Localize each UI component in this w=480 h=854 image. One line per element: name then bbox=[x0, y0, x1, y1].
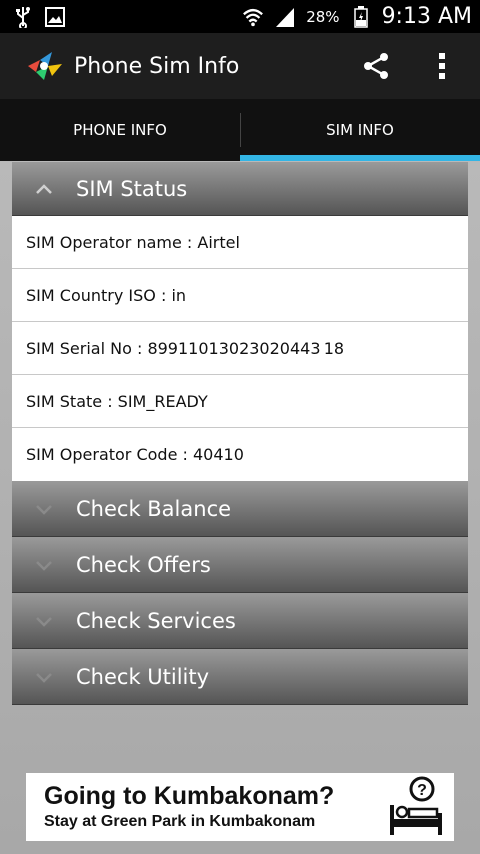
list-item[interactable]: SIM Serial No : 89911013023020443 18 bbox=[12, 322, 468, 375]
battery-percent: 28% bbox=[306, 7, 340, 26]
overflow-menu-button[interactable] bbox=[420, 44, 464, 88]
sim-state: SIM State : SIM_READY bbox=[26, 391, 208, 411]
ad-banner[interactable]: Going to Kumbakonam? Stay at Green Park … bbox=[26, 773, 454, 841]
sim-serial-no: SIM Serial No : 89911013023020443 18 bbox=[26, 338, 345, 358]
chevron-down-icon bbox=[12, 671, 76, 683]
signal-icon bbox=[274, 6, 296, 28]
group-title: Check Offers bbox=[76, 552, 211, 577]
app-logo-icon bbox=[22, 46, 68, 86]
chevron-down-icon bbox=[12, 615, 76, 627]
expandable-list: SIM Status SIM Operator name : Airtel SI… bbox=[12, 162, 468, 705]
tab-label: PHONE INFO bbox=[73, 121, 167, 139]
list-item[interactable]: SIM Operator Code : 40410 bbox=[12, 428, 468, 481]
ad-headline: Going to Kumbakonam? bbox=[44, 782, 335, 810]
group-title: SIM Status bbox=[76, 176, 188, 201]
tab-label: SIM INFO bbox=[326, 121, 394, 139]
group-title: Check Balance bbox=[76, 496, 232, 521]
group-header-check-balance[interactable]: Check Balance bbox=[12, 481, 468, 537]
sim-operator-name: SIM Operator name : Airtel bbox=[26, 232, 240, 252]
list-item[interactable]: SIM Country ISO : in bbox=[12, 269, 468, 322]
battery-icon bbox=[350, 5, 372, 28]
group-header-check-offers[interactable]: Check Offers bbox=[12, 537, 468, 593]
wifi-icon bbox=[242, 6, 264, 28]
share-button[interactable] bbox=[354, 44, 398, 88]
overflow-menu-icon bbox=[439, 53, 445, 79]
chevron-down-icon bbox=[12, 559, 76, 571]
svg-text:?: ? bbox=[417, 782, 427, 799]
group-header-sim-status[interactable]: SIM Status bbox=[12, 162, 468, 216]
action-bar: Phone Sim Info bbox=[0, 33, 480, 99]
status-bar: 28% 9:13 AM bbox=[0, 0, 480, 33]
usb-icon bbox=[12, 6, 34, 28]
group-header-check-utility[interactable]: Check Utility bbox=[12, 649, 468, 705]
list-item[interactable]: SIM State : SIM_READY bbox=[12, 375, 468, 428]
chevron-down-icon bbox=[12, 503, 76, 515]
tab-phone-info[interactable]: PHONE INFO bbox=[0, 99, 240, 161]
share-icon bbox=[364, 53, 388, 79]
tab-bar: PHONE INFO SIM INFO bbox=[0, 99, 480, 161]
chevron-up-icon bbox=[12, 183, 76, 195]
hotel-bed-help-icon: ? bbox=[386, 775, 446, 839]
group-header-check-services[interactable]: Check Services bbox=[12, 593, 468, 649]
clock: 9:13 AM bbox=[381, 4, 472, 29]
tab-sim-info[interactable]: SIM INFO bbox=[240, 99, 480, 161]
sim-country-iso: SIM Country ISO : in bbox=[26, 285, 187, 305]
group-title: Check Utility bbox=[76, 664, 210, 689]
group-title: Check Services bbox=[76, 608, 236, 633]
list-item[interactable]: SIM Operator name : Airtel bbox=[12, 216, 468, 269]
app-title: Phone Sim Info bbox=[74, 53, 240, 79]
sim-operator-code: SIM Operator Code : 40410 bbox=[26, 445, 244, 464]
ad-subline: Stay at Green Park in Kumbakonam bbox=[44, 813, 316, 830]
image-icon bbox=[44, 6, 66, 28]
